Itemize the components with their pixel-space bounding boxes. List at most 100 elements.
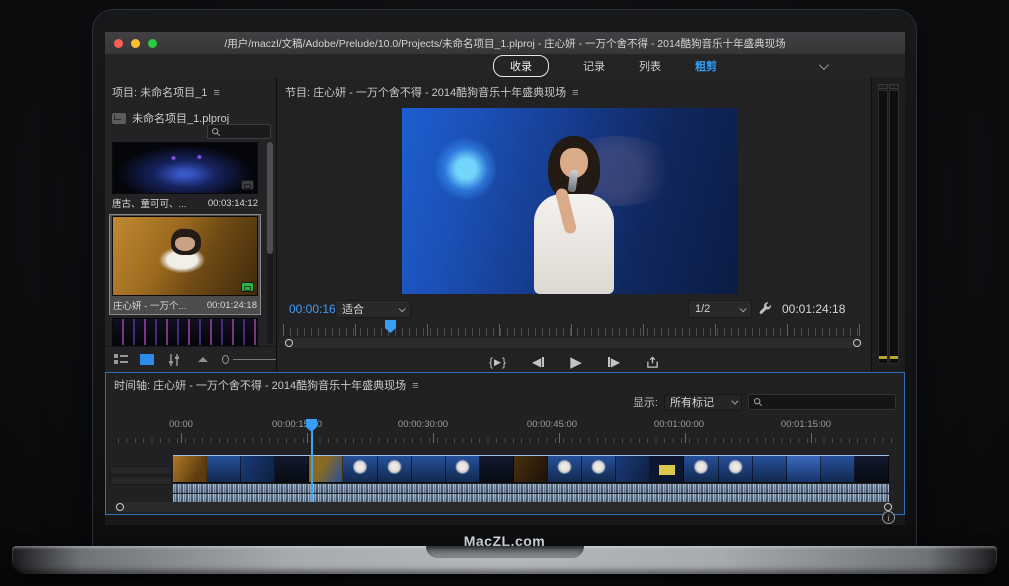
settings-wrench-icon[interactable] bbox=[759, 302, 773, 316]
performer-dress bbox=[534, 194, 614, 294]
project-panel-menu-icon[interactable]: ≡ bbox=[213, 87, 219, 99]
play-button[interactable]: ▶ bbox=[570, 353, 582, 371]
thumbnail-view-button[interactable] bbox=[140, 354, 154, 365]
filmstrip-frame bbox=[480, 456, 514, 482]
project-scrollbar-thumb[interactable] bbox=[267, 142, 273, 254]
playback-quality-select[interactable]: 1/2 bbox=[688, 300, 752, 318]
step-forward-button[interactable]: ▶ bbox=[608, 355, 620, 369]
monitor-panel: 节目: 庄心妍 - 一万个舍不得 - 2014酷狗音乐十年盛典现场≡ bbox=[277, 78, 871, 372]
thumbnail-size-slider-track[interactable] bbox=[233, 359, 276, 360]
monitor-timecode-row: 00:00:16:08 适合 1/2 00:01:24:18 bbox=[277, 300, 871, 320]
filmstrip-frame bbox=[650, 456, 684, 482]
laptop-frame: /用户/maczl/文稿/Adobe/Prelude/10.0/Projects… bbox=[93, 10, 916, 556]
tab-收录[interactable]: 收录 bbox=[493, 55, 549, 77]
window-title: /用户/maczl/文稿/Adobe/Prelude/10.0/Projects… bbox=[105, 36, 905, 51]
timeline-controls: 显示: 所有标记 bbox=[633, 393, 896, 411]
timeline-panel: 时间轴: 庄心妍 - 一万个舍不得 - 2014酷狗音乐十年盛典现场≡ 显示: … bbox=[105, 372, 905, 515]
tab-bar-items: 收录 记录 列表 粗剪 bbox=[493, 55, 717, 77]
monitor-scroll-right-handle[interactable] bbox=[853, 339, 861, 347]
filmstrip-frame bbox=[684, 456, 718, 482]
ruler-ticks bbox=[118, 433, 894, 443]
filmstrip-frame bbox=[548, 456, 582, 482]
monitor-mini-ruler[interactable] bbox=[283, 324, 863, 336]
workspace-chevron-down-icon[interactable] bbox=[819, 60, 829, 70]
play-icon: ▶ bbox=[570, 353, 582, 371]
transport-controls: {▶} ◀ ▶ ▶ bbox=[277, 352, 871, 372]
timeline-playhead-line[interactable] bbox=[311, 429, 313, 503]
clip-duration: 00:01:24:18 bbox=[207, 300, 257, 311]
search-icon bbox=[753, 397, 763, 407]
timeline-scrollbar[interactable] bbox=[114, 502, 894, 512]
audio-meter-right bbox=[889, 90, 899, 364]
monitor-panel-title: 节目: 庄心妍 - 一万个舍不得 - 2014酷狗音乐十年盛典现场≡ bbox=[277, 78, 871, 100]
thumbnail-size-small-icon[interactable] bbox=[198, 357, 208, 362]
export-frame-button[interactable] bbox=[646, 356, 659, 369]
timeline-panel-title: 时间轴: 庄心妍 - 一万个舍不得 - 2014酷狗音乐十年盛典现场≡ bbox=[106, 373, 904, 393]
timeline-clip[interactable] bbox=[173, 455, 889, 503]
project-search-input[interactable] bbox=[207, 124, 271, 139]
filmstrip-frame bbox=[173, 456, 207, 482]
traffic-lights bbox=[114, 39, 157, 48]
total-duration: 00:01:24:18 bbox=[782, 302, 845, 316]
filmstrip-frame bbox=[207, 456, 241, 482]
chevron-down-icon bbox=[399, 305, 406, 312]
tab-记录[interactable]: 记录 bbox=[583, 58, 605, 74]
step-back-button[interactable]: ◀ bbox=[532, 355, 544, 369]
project-scrollbar[interactable] bbox=[267, 142, 273, 344]
audio-meter-left bbox=[878, 90, 888, 364]
clip-duration: 00:03:14:12 bbox=[208, 198, 258, 209]
chevron-down-icon bbox=[740, 305, 747, 312]
laptop-base bbox=[12, 546, 997, 574]
window-titlebar: /用户/maczl/文稿/Adobe/Prelude/10.0/Projects… bbox=[105, 32, 905, 54]
filmstrip-frame bbox=[343, 456, 377, 482]
filmstrip-frame bbox=[753, 456, 787, 482]
ruler-label: 00:00 bbox=[169, 419, 193, 430]
tab-列表[interactable]: 列表 bbox=[639, 58, 661, 74]
filmstrip-frame bbox=[412, 456, 446, 482]
filter-sliders-button[interactable] bbox=[168, 354, 180, 366]
monitor-scroll-left-handle[interactable] bbox=[285, 339, 293, 347]
ruler-label: 00:01:00:00 bbox=[654, 419, 704, 430]
filmstrip-frame bbox=[616, 456, 650, 482]
list-item[interactable] bbox=[110, 318, 260, 346]
filmstrip-frame bbox=[275, 456, 309, 482]
audio-track-header-1[interactable] bbox=[110, 466, 172, 475]
project-panel: 项目: 未命名项目_1≡ 未命名项目_1.plproj bbox=[105, 78, 276, 372]
clip-status-badge bbox=[241, 180, 254, 190]
brace-right: } bbox=[502, 355, 506, 369]
play-in-to-out-button[interactable]: {▶} bbox=[489, 355, 506, 369]
step-back-icon: ◀ bbox=[532, 355, 541, 369]
minimize-window-button[interactable] bbox=[131, 39, 140, 48]
monitor-scrollbar[interactable] bbox=[283, 338, 863, 348]
play-glyph: ▶ bbox=[494, 357, 501, 368]
list-view-button[interactable] bbox=[114, 354, 128, 365]
info-icon[interactable]: i bbox=[882, 511, 895, 524]
list-item[interactable]: 唐古、童可可、... 00:03:14:12 bbox=[110, 142, 260, 211]
performer-figure bbox=[520, 136, 630, 294]
project-panel-title-text: 项目: 未命名项目_1 bbox=[112, 87, 207, 99]
clip-thumbnail-singer bbox=[112, 216, 258, 296]
step-forward-icon: ▶ bbox=[611, 355, 620, 369]
close-window-button[interactable] bbox=[114, 39, 123, 48]
zoom-window-button[interactable] bbox=[148, 39, 157, 48]
brace-left: { bbox=[489, 355, 493, 369]
audio-track-header-2[interactable] bbox=[110, 476, 172, 485]
timeline-scroll-left-handle[interactable] bbox=[116, 503, 124, 511]
list-item-selected[interactable]: 庄心妍 - 一万个... 00:01:24:18 bbox=[109, 214, 261, 315]
marker-filter-select[interactable]: 所有标记 bbox=[664, 394, 742, 411]
search-icon bbox=[211, 127, 221, 137]
timeline-ruler[interactable]: 00:00 00:00:15:00 00:00:30:00 00:00:45:0… bbox=[106, 419, 904, 445]
timeline-search-input[interactable] bbox=[748, 394, 896, 410]
monitor-panel-menu-icon[interactable]: ≡ bbox=[572, 87, 578, 99]
fit-zoom-select[interactable]: 适合 bbox=[335, 300, 411, 318]
filmstrip-frame bbox=[378, 456, 412, 482]
thumbnail-size-slider[interactable] bbox=[222, 355, 229, 364]
step-back-bar bbox=[542, 357, 544, 367]
tab-粗剪[interactable]: 粗剪 bbox=[695, 58, 717, 74]
timeline-scroll-right-handle[interactable] bbox=[884, 503, 892, 511]
timeline-panel-menu-icon[interactable]: ≡ bbox=[412, 380, 418, 392]
clip-indicator-right bbox=[889, 84, 899, 89]
clip-thumbnail-stage bbox=[112, 318, 258, 346]
app-window: /用户/maczl/文稿/Adobe/Prelude/10.0/Projects… bbox=[105, 32, 905, 525]
project-file-icon bbox=[112, 113, 126, 124]
